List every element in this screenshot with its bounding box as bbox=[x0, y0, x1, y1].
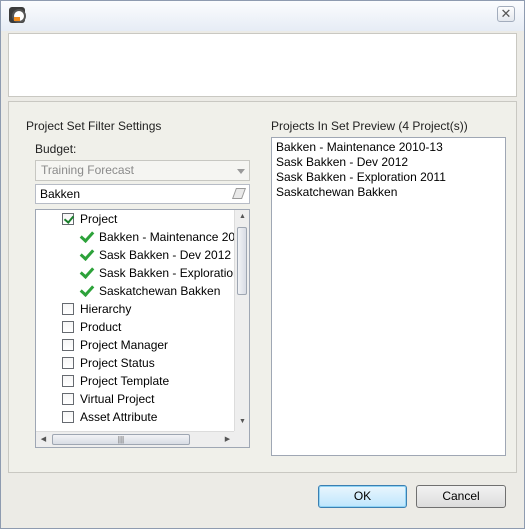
tree-row-product[interactable]: Product bbox=[36, 318, 236, 336]
filter-text: Bakken bbox=[40, 187, 81, 201]
title-bar: ✕ bbox=[1, 1, 524, 31]
tree-row-project-status[interactable]: Project Status bbox=[36, 354, 236, 372]
preview-item[interactable]: Sask Bakken - Dev 2012 bbox=[276, 155, 501, 170]
tree-row-label: Project Manager bbox=[80, 338, 169, 352]
hierarchy-checkbox[interactable] bbox=[62, 303, 74, 315]
budget-value: Training Forecast bbox=[41, 163, 134, 177]
project-status-checkbox[interactable] bbox=[62, 357, 74, 369]
horizontal-scroll-thumb[interactable]: ||| bbox=[52, 434, 190, 445]
scroll-up-icon[interactable]: ▲ bbox=[235, 213, 249, 220]
filter-input[interactable]: Bakken bbox=[35, 184, 250, 204]
tree-row-virtual-project[interactable]: Virtual Project bbox=[36, 390, 236, 408]
tree-row-label: Product bbox=[80, 320, 122, 334]
tree-row-project-item[interactable]: Sask Bakken - Exploration 2011 bbox=[36, 264, 236, 282]
checkmark-icon bbox=[78, 283, 94, 297]
tree-row-project-item[interactable]: Saskatchewan Bakken bbox=[36, 282, 236, 300]
scrollbar-corner bbox=[234, 431, 249, 447]
scroll-left-icon[interactable]: ◀ bbox=[36, 435, 51, 443]
horizontal-scrollbar[interactable]: ◀ ||| ▶ bbox=[36, 431, 236, 447]
tree-row-label: Asset Attribute bbox=[80, 410, 158, 424]
budget-select[interactable]: Training Forecast bbox=[35, 160, 250, 181]
product-checkbox[interactable] bbox=[62, 321, 74, 333]
filter-tree[interactable]: Project Bakken - Maintenance 2010-13 Sas… bbox=[35, 209, 250, 448]
project-template-checkbox[interactable] bbox=[62, 375, 74, 387]
chevron-down-icon[interactable] bbox=[237, 169, 245, 174]
virtual-project-checkbox[interactable] bbox=[62, 393, 74, 405]
checkmark-icon bbox=[78, 265, 94, 279]
tree-row-hierarchy[interactable]: Hierarchy bbox=[36, 300, 236, 318]
tree-row-label: Project Template bbox=[80, 374, 170, 388]
cancel-button[interactable]: Cancel bbox=[416, 485, 506, 508]
tree-row-label: Virtual Project bbox=[80, 392, 155, 406]
preview-item[interactable]: Sask Bakken - Exploration 2011 bbox=[276, 170, 501, 185]
tree-row-label: Saskatchewan Bakken bbox=[99, 284, 221, 298]
checkmark-icon bbox=[78, 229, 94, 243]
tree-row-label: Project bbox=[80, 212, 118, 226]
project-manager-checkbox[interactable] bbox=[62, 339, 74, 351]
clear-filter-icon[interactable] bbox=[231, 188, 247, 199]
preview-list[interactable]: Bakken - Maintenance 2010-13 Sask Bakken… bbox=[271, 137, 506, 456]
preview-title: Projects In Set Preview (4 Project(s)) bbox=[271, 119, 468, 133]
close-button[interactable]: ✕ bbox=[497, 6, 515, 22]
checkmark-icon bbox=[78, 247, 94, 261]
tree-row-project[interactable]: Project bbox=[36, 210, 236, 228]
tree-row-label: Sask Bakken - Exploration 2011 bbox=[99, 266, 236, 280]
tree-row-asset-attribute[interactable]: Asset Attribute bbox=[36, 408, 236, 426]
tree-row-project-template[interactable]: Project Template bbox=[36, 372, 236, 390]
filter-settings-title: Project Set Filter Settings bbox=[26, 119, 162, 133]
vertical-scrollbar[interactable]: ▲ ▼ bbox=[234, 210, 249, 432]
project-checkbox[interactable] bbox=[62, 213, 74, 225]
app-icon bbox=[9, 7, 26, 23]
tree-row-project-manager[interactable]: Project Manager bbox=[36, 336, 236, 354]
tree-row-label: Sask Bakken - Dev 2012 bbox=[99, 248, 232, 262]
vertical-scroll-thumb[interactable] bbox=[237, 227, 247, 295]
preview-item[interactable]: Saskatchewan Bakken bbox=[276, 185, 501, 200]
preview-item[interactable]: Bakken - Maintenance 2010-13 bbox=[276, 140, 501, 155]
scroll-right-icon[interactable]: ▶ bbox=[220, 435, 235, 443]
dialog-banner bbox=[8, 33, 517, 97]
ok-button[interactable]: OK bbox=[318, 485, 407, 508]
tree-row-label: Bakken - Maintenance 2010-13 bbox=[99, 230, 236, 244]
scroll-down-icon[interactable]: ▼ bbox=[235, 418, 249, 425]
dialog-window: ✕ Project Set Filter Settings Projects I… bbox=[0, 0, 525, 529]
tree-row-label: Project Status bbox=[80, 356, 155, 370]
budget-label: Budget: bbox=[35, 142, 77, 156]
dialog-body: Project Set Filter Settings Projects In … bbox=[8, 101, 517, 473]
asset-attribute-checkbox[interactable] bbox=[62, 411, 74, 423]
tree-row-project-item[interactable]: Bakken - Maintenance 2010-13 bbox=[36, 228, 236, 246]
tree-row-project-item[interactable]: Sask Bakken - Dev 2012 bbox=[36, 246, 236, 264]
tree-row-label: Hierarchy bbox=[80, 302, 132, 316]
